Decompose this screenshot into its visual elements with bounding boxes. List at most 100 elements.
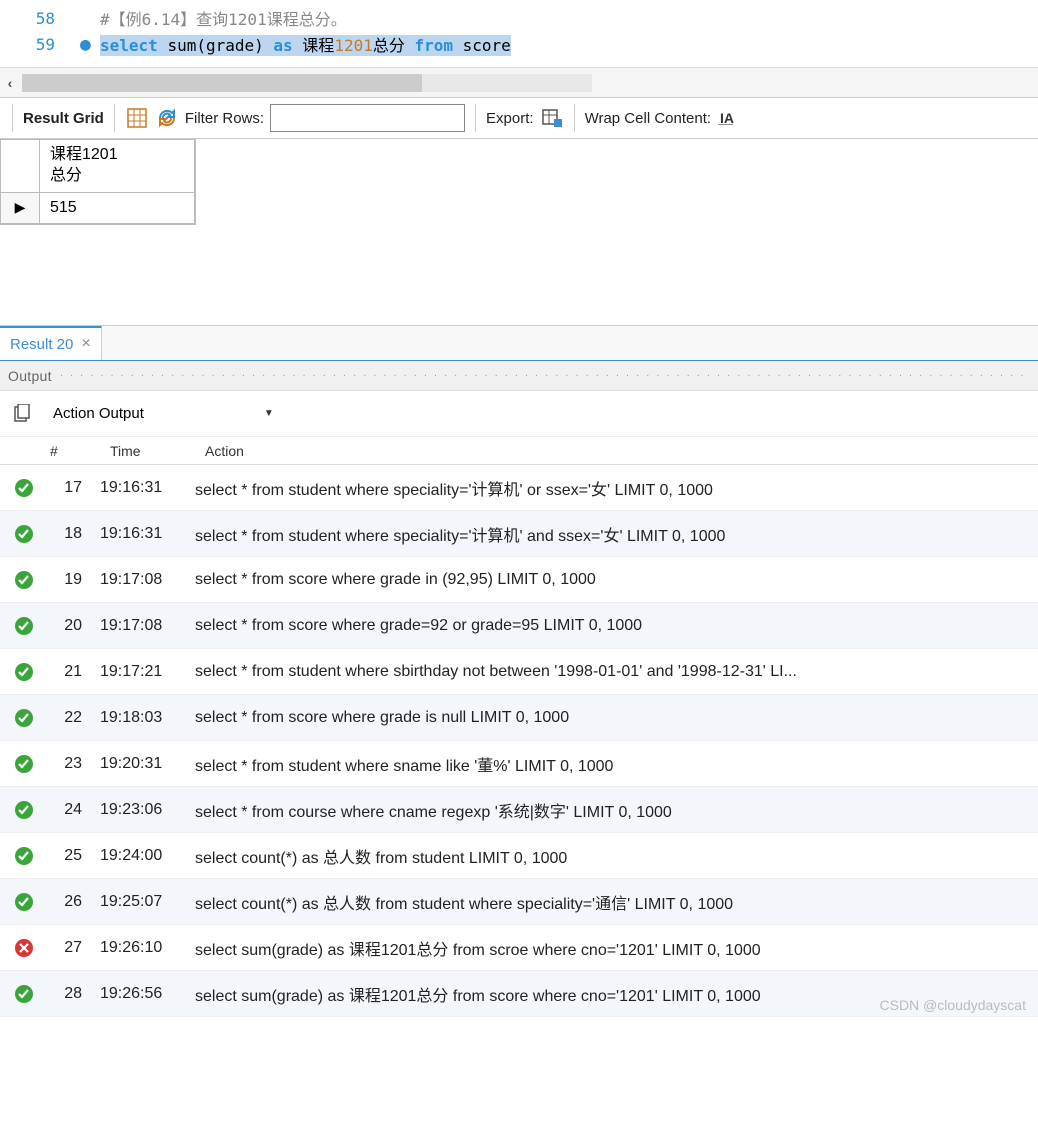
log-num: 17 — [40, 479, 100, 497]
col-num: # — [50, 443, 110, 459]
output-title: Output — [8, 368, 52, 384]
log-row[interactable]: 2119:17:21select * from student where sb… — [0, 649, 1038, 695]
watermark: CSDN @cloudydayscat — [880, 997, 1027, 1013]
log-time: 19:16:31 — [100, 479, 195, 497]
log-row[interactable]: 1819:16:31select * from student where sp… — [0, 511, 1038, 557]
chevron-down-icon: ▼ — [264, 408, 274, 419]
log-action: select * from score where grade=92 or gr… — [195, 617, 1038, 635]
log-num: 19 — [40, 571, 100, 589]
result-tabs: Result 20 × — [0, 325, 1038, 361]
log-time: 19:26:56 — [100, 985, 195, 1003]
log-time: 19:23:06 — [100, 801, 195, 819]
log-action: select sum(grade) as 课程1201总分 from scroe… — [195, 936, 1038, 960]
refresh-icon[interactable] — [155, 106, 179, 130]
log-time: 19:17:08 — [100, 571, 195, 589]
tab-label: Result 20 — [10, 336, 73, 353]
log-action: select * from student where sbirthday no… — [195, 663, 1038, 681]
success-icon — [8, 800, 40, 820]
log-num: 21 — [40, 663, 100, 681]
result-blank-area — [0, 225, 1038, 325]
log-num: 23 — [40, 755, 100, 773]
log-row[interactable]: 2019:17:08select * from score where grad… — [0, 603, 1038, 649]
export-icon[interactable] — [540, 106, 564, 130]
sql-editor[interactable]: 58#【例6.14】查询1201课程总分。59●select sum(grade… — [0, 0, 1038, 67]
log-num: 27 — [40, 939, 100, 957]
log-row[interactable]: 2519:24:00select count(*) as 总人数 from st… — [0, 833, 1038, 879]
dotted-separator: · · · · · · · · · · · · · · · · · · · · … — [60, 370, 1030, 381]
log-num: 18 — [40, 525, 100, 543]
log-action: select count(*) as 总人数 from student wher… — [195, 890, 1038, 914]
log-action: select * from student where speciality='… — [195, 522, 1038, 546]
log-num: 25 — [40, 847, 100, 865]
log-row[interactable]: 2719:26:10select sum(grade) as 课程1201总分 … — [0, 925, 1038, 971]
log-time: 19:24:00 — [100, 847, 195, 865]
scroll-track[interactable] — [22, 74, 592, 92]
log-action: select * from score where grade is null … — [195, 709, 1038, 727]
row-handle-header[interactable] — [0, 140, 40, 193]
result-toolbar: Result Grid Filter Rows: Export: Wrap Ce… — [0, 97, 1038, 139]
success-icon — [8, 754, 40, 774]
code-line[interactable]: 59●select sum(grade) as 课程1201总分 from sc… — [0, 31, 1038, 57]
log-row[interactable]: 2419:23:06select * from course where cna… — [0, 787, 1038, 833]
success-icon — [8, 846, 40, 866]
log-num: 24 — [40, 801, 100, 819]
code-text[interactable]: select sum(grade) as 课程1201总分 from score — [100, 32, 1038, 56]
log-action: select * from course where cname regexp … — [195, 798, 1038, 822]
breakpoint-dot[interactable]: ● — [80, 34, 100, 55]
code-text[interactable]: #【例6.14】查询1201课程总分。 — [100, 6, 1038, 30]
scroll-left-arrow[interactable]: ‹ — [0, 68, 20, 98]
filter-rows-input[interactable] — [270, 104, 465, 132]
output-panel-header: Output · · · · · · · · · · · · · · · · ·… — [0, 361, 1038, 391]
scroll-thumb[interactable] — [22, 74, 422, 92]
output-controls: Action Output ▼ — [0, 391, 1038, 437]
result-cell[interactable]: 515 — [40, 193, 195, 225]
column-header[interactable]: 课程1201 总分 — [40, 140, 195, 193]
line-number: 58 — [0, 9, 80, 28]
filter-rows-label: Filter Rows: — [185, 110, 264, 127]
wrap-label: Wrap Cell Content: — [585, 110, 711, 127]
error-icon — [8, 938, 40, 958]
close-icon[interactable]: × — [81, 335, 90, 353]
tab-result[interactable]: Result 20 × — [0, 326, 102, 360]
success-icon — [8, 478, 40, 498]
row-handle[interactable]: ▶ — [0, 193, 40, 225]
success-icon — [8, 524, 40, 544]
log-time: 19:20:31 — [100, 755, 195, 773]
action-output-list[interactable]: 1719:16:31select * from student where sp… — [0, 465, 1038, 1017]
log-time: 19:16:31 — [100, 525, 195, 543]
output-type-label: Action Output — [53, 405, 144, 422]
log-num: 26 — [40, 893, 100, 911]
log-time: 19:17:08 — [100, 617, 195, 635]
log-action: select count(*) as 总人数 from student LIMI… — [195, 844, 1038, 868]
wrap-cell-icon[interactable]: I̲A̲ — [717, 106, 741, 130]
log-action: select * from student where speciality='… — [195, 476, 1038, 500]
success-icon — [8, 984, 40, 1004]
log-time: 19:26:10 — [100, 939, 195, 957]
output-type-select[interactable]: Action Output ▼ — [44, 401, 283, 426]
log-header: # Time Action — [0, 437, 1038, 465]
log-num: 28 — [40, 985, 100, 1003]
log-time: 19:25:07 — [100, 893, 195, 911]
line-number: 59 — [0, 35, 80, 54]
log-row[interactable]: 2619:25:07select count(*) as 总人数 from st… — [0, 879, 1038, 925]
col-action: Action — [205, 443, 1038, 459]
code-line[interactable]: 58 #【例6.14】查询1201课程总分。 — [0, 5, 1038, 31]
editor-scrollbar[interactable]: ‹ — [0, 67, 1038, 97]
log-row[interactable]: 1919:17:08select * from score where grad… — [0, 557, 1038, 603]
log-action: select * from score where grade in (92,9… — [195, 571, 1038, 589]
result-grid[interactable]: 课程1201 总分 ▶ 515 — [0, 139, 196, 225]
log-row[interactable]: 2319:20:31select * from student where sn… — [0, 741, 1038, 787]
log-action: select * from student where sname like '… — [195, 752, 1038, 776]
svg-text:I̲A̲: I̲A̲ — [718, 110, 734, 126]
result-grid-label: Result Grid — [23, 110, 104, 127]
export-label: Export: — [486, 110, 534, 127]
log-row[interactable]: 1719:16:31select * from student where sp… — [0, 465, 1038, 511]
grid-view-icon[interactable] — [125, 106, 149, 130]
success-icon — [8, 892, 40, 912]
log-time: 19:17:21 — [100, 663, 195, 681]
copy-icon[interactable] — [10, 402, 34, 426]
log-num: 20 — [40, 617, 100, 635]
log-row[interactable]: 2219:18:03select * from score where grad… — [0, 695, 1038, 741]
log-num: 22 — [40, 709, 100, 727]
success-icon — [8, 570, 40, 590]
